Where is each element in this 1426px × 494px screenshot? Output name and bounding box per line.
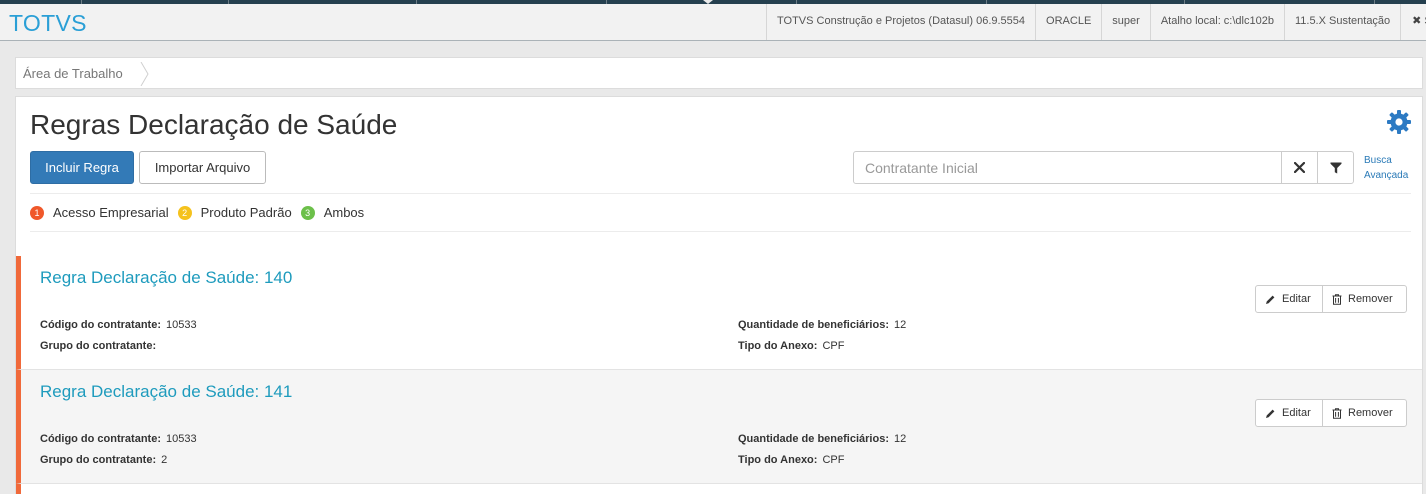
rule-card [16,484,1422,494]
include-rule-button[interactable]: Incluir Regra [30,151,134,184]
contractor-group-label: Grupo do contratante: [40,340,157,352]
contractor-code-value: 10533 [166,319,197,331]
page-title: Regras Declaração de Saúde [30,109,398,140]
contractor-code-field: Código do contratante: 10533 [40,319,197,331]
rule-card: Regra Declaração de Saúde: 140 Editar Re… [16,256,1422,370]
import-file-button[interactable]: Importar Arquivo [139,151,266,184]
gear-icon[interactable] [1386,109,1412,135]
breadcrumb: Área de Trabalho [15,57,1423,89]
contractor-code-label: Código do contratante: [40,433,161,445]
trash-icon [1332,293,1342,305]
legend-badge-3: 3 [300,205,315,220]
exit-button[interactable]: ✖Sa [1400,4,1426,40]
attachment-type-value: CPF [822,340,845,352]
chevron-right-icon [140,62,149,86]
legend-label-2: Produto Padrão [200,205,292,220]
edit-button[interactable]: Editar [1255,285,1323,313]
totvs-logo[interactable]: TOTVS [9,10,87,37]
edit-label: Editar [1282,407,1311,419]
legend: 1 Acesso Empresarial 2 Produto Padrão 3 … [30,205,373,220]
filter-button[interactable] [1317,151,1354,184]
remove-label: Remover [1348,293,1393,305]
close-icon: ✖ [1412,15,1422,27]
close-icon [1294,162,1305,173]
pencil-icon [1266,295,1275,304]
contractor-group-field: Grupo do contratante: [40,340,161,352]
contractor-search-input[interactable] [853,151,1282,184]
clear-search-button[interactable] [1281,151,1318,184]
trash-icon [1332,407,1342,419]
header-info-bar: TOTVS Construção e Projetos (Datasul) 06… [766,4,1426,40]
beneficiary-count-field: Quantidade de beneficiários: 12 [738,319,906,331]
beneficiary-count-label: Quantidade de beneficiários: [738,433,889,445]
contractor-code-label: Código do contratante: [40,319,161,331]
rule-title[interactable]: Regra Declaração de Saúde: 141 [40,382,292,402]
contractor-group-field: Grupo do contratante: 2 [40,454,167,466]
product-info[interactable]: TOTVS Construção e Projetos (Datasul) 06… [766,4,1035,40]
pencil-icon [1266,409,1275,418]
remove-label: Remover [1348,407,1393,419]
attachment-type-label: Tipo do Anexo: [738,454,818,466]
remove-button[interactable]: Remover [1322,285,1407,313]
database-info[interactable]: ORACLE [1035,4,1101,40]
breadcrumb-item-workarea[interactable]: Área de Trabalho [23,66,123,81]
beneficiary-count-label: Quantidade de beneficiários: [738,319,889,331]
user-info[interactable]: super [1101,4,1150,40]
attachment-type-field: Tipo do Anexo: CPF [738,340,844,352]
version-info[interactable]: 11.5.X Sustentação [1283,4,1400,40]
legend-badge-1: 1 [30,205,44,220]
legend-badge-2: 2 [177,205,192,220]
contractor-group-label: Grupo do contratante: [40,454,157,466]
rule-card: Regra Declaração de Saúde: 141 Editar Re… [16,370,1422,484]
legend-label-1: Acesso Empresarial [53,205,169,220]
advanced-search-line2: Avançada [1364,170,1409,181]
divider [30,193,1411,194]
remove-button[interactable]: Remover [1322,399,1407,427]
legend-label-3: Ambos [323,205,365,220]
attachment-type-field: Tipo do Anexo: CPF [738,454,844,466]
filter-icon [1330,162,1341,173]
main-panel: Regras Declaração de Saúde Incluir Regra… [15,96,1423,494]
edit-button[interactable]: Editar [1255,399,1323,427]
advanced-search-line1: Busca [1364,155,1392,166]
app-header: TOTVS TOTVS Construção e Projetos (Datas… [0,4,1426,41]
contractor-code-value: 10533 [166,433,197,445]
contractor-code-field: Código do contratante: 10533 [40,433,197,445]
beneficiary-count-value: 12 [893,433,907,445]
attachment-type-value: CPF [822,454,845,466]
edit-label: Editar [1282,293,1311,305]
contractor-group-value: 2 [161,454,168,466]
divider [30,231,1411,232]
beneficiary-count-value: 12 [893,319,907,331]
advanced-search-link[interactable]: Busca Avançada [1364,153,1408,183]
rule-title[interactable]: Regra Declaração de Saúde: 140 [40,268,292,288]
beneficiary-count-field: Quantidade de beneficiários: 12 [738,433,906,445]
attachment-type-label: Tipo do Anexo: [738,340,818,352]
shortcut-info[interactable]: Atalho local: c:\dlc102b [1149,4,1284,40]
